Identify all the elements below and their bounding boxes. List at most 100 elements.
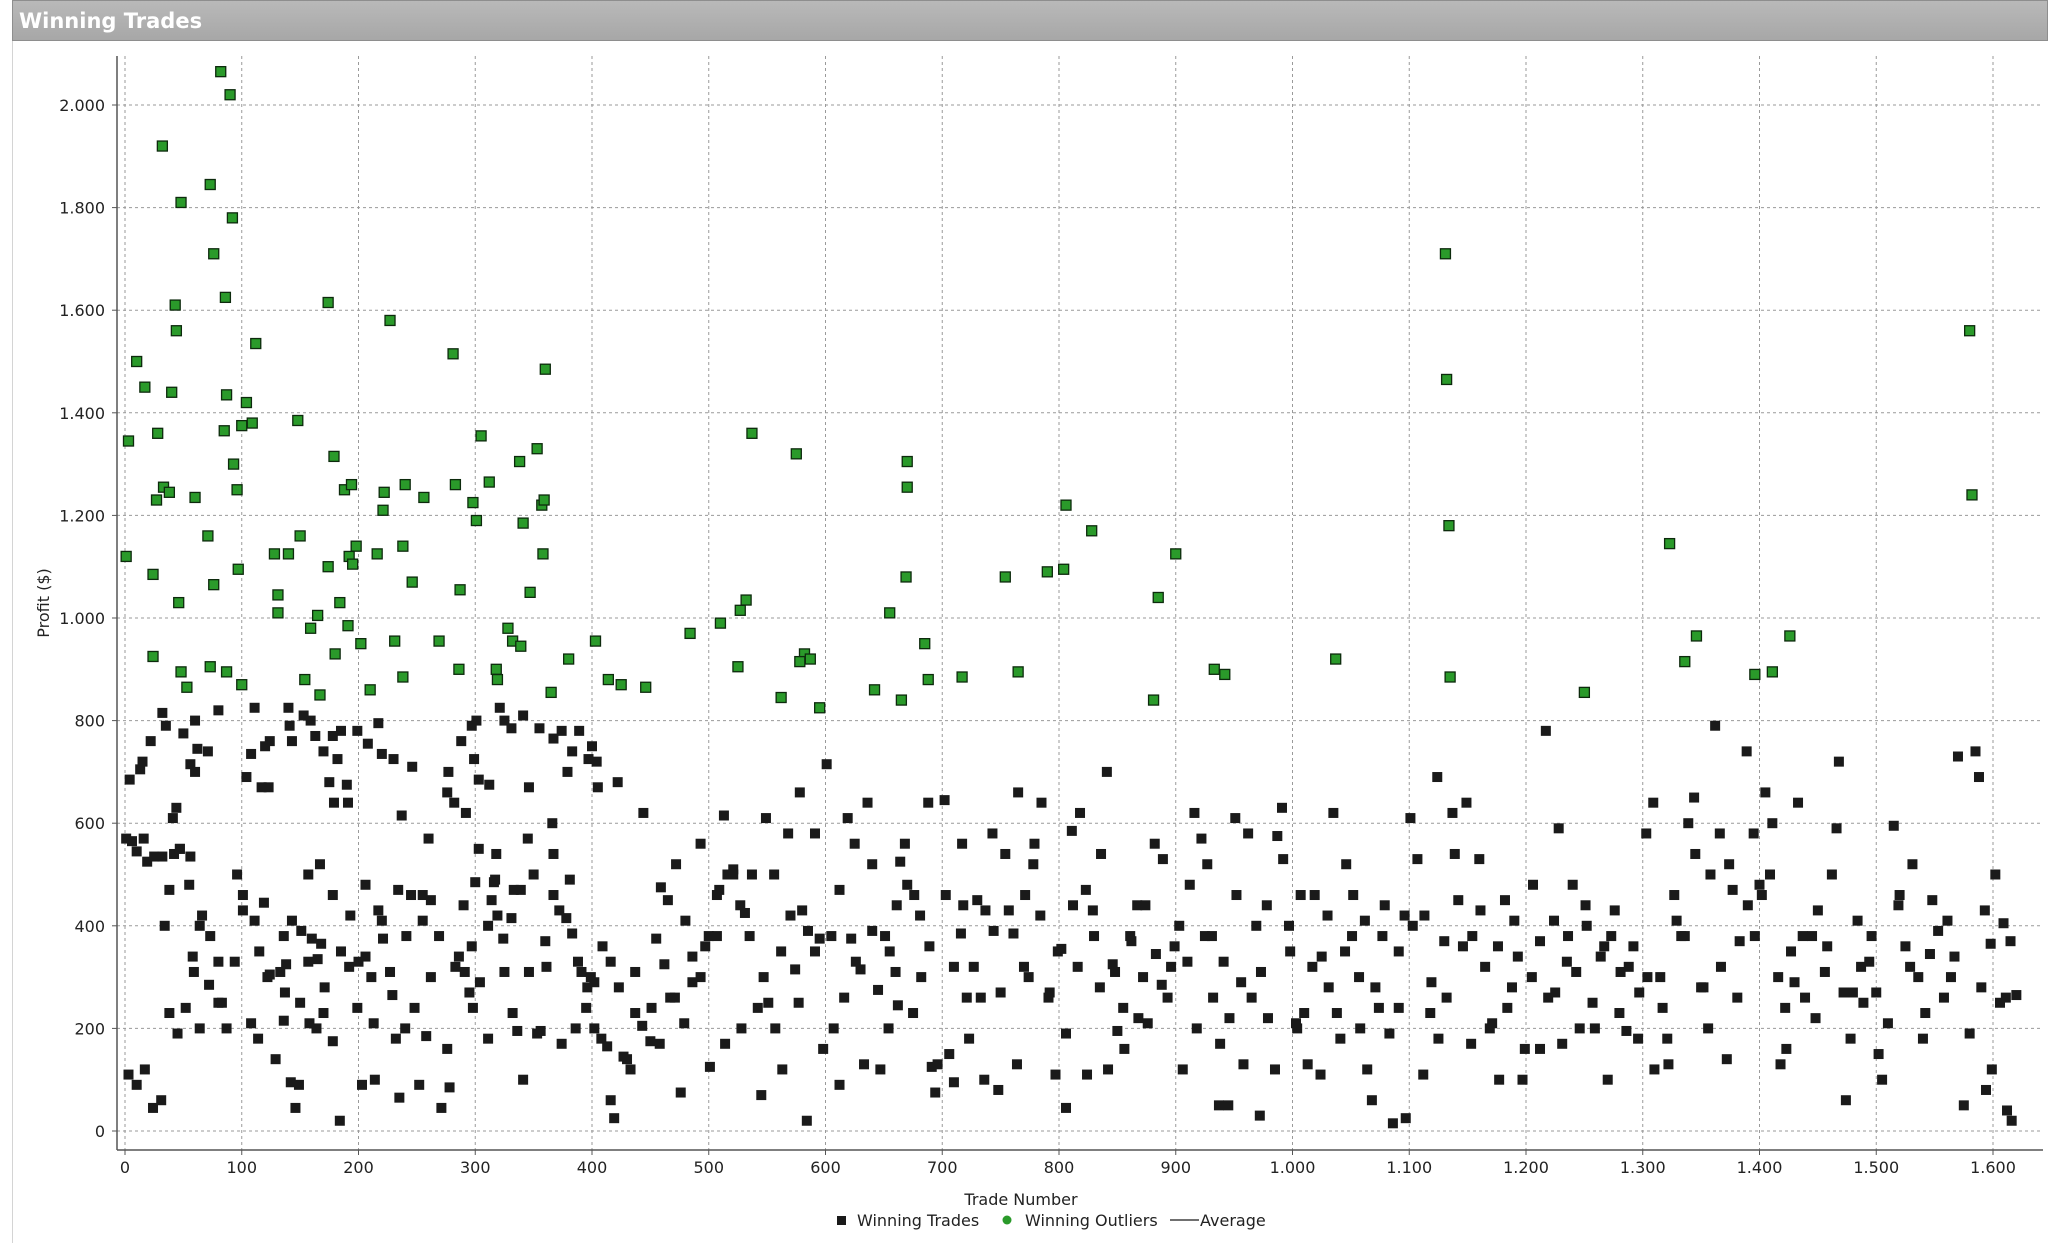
winning-trade-point <box>1822 941 1833 952</box>
winning-outlier-point <box>219 291 232 304</box>
winning-trade-point <box>1354 972 1365 983</box>
winning-trade-point <box>1655 972 1666 983</box>
winning-trade-point <box>204 979 215 990</box>
winning-trade-point <box>1893 900 1904 911</box>
winning-outlier-point <box>1690 630 1703 642</box>
winning-trade-point <box>407 761 418 772</box>
winning-trade-point <box>345 910 356 921</box>
winning-trade-point <box>1979 905 1990 916</box>
winning-trade-point <box>1018 961 1029 972</box>
winning-trade-point <box>1393 1002 1404 1013</box>
winning-trade-point <box>1714 828 1725 839</box>
winning-trade-point <box>494 702 505 713</box>
winning-outlier-point <box>447 348 459 360</box>
winning-trade-point <box>506 913 517 924</box>
winning-trade-point <box>736 1023 747 1034</box>
winning-outlier-point <box>1041 566 1053 578</box>
winning-trade-point <box>964 1033 975 1044</box>
winning-trade-point <box>1998 918 2009 929</box>
winning-trade-point <box>1557 1038 1568 1049</box>
winning-trade-point <box>1671 915 1682 926</box>
winning-trade-point <box>1283 920 1294 931</box>
winning-trade-point <box>184 879 195 890</box>
winning-outlier-point <box>790 448 802 460</box>
winning-outlier-point <box>350 540 362 552</box>
winning-trade-point <box>490 874 501 885</box>
winning-trade-point <box>1517 1074 1528 1085</box>
legend-marker-winning-outliers <box>1002 1215 1012 1225</box>
winning-trade-point <box>522 833 533 844</box>
winning-outlier-point <box>900 571 912 583</box>
winning-trade-point <box>1013 787 1024 798</box>
winning-trade-point <box>1563 931 1574 942</box>
winning-trade-point <box>1157 854 1168 865</box>
winning-trade-point <box>1986 1064 1997 1075</box>
y-tick-label: 600 <box>74 814 105 833</box>
winning-trade-point <box>1847 987 1858 998</box>
winning-outlier-point <box>1058 563 1070 575</box>
winning-trade-point <box>1366 1095 1377 1106</box>
winning-trade-point <box>1251 920 1262 931</box>
winning-trade-point <box>654 1038 665 1049</box>
y-tick-label: 1.200 <box>59 506 105 525</box>
winning-trade-point <box>1756 890 1767 901</box>
winning-outlier-point <box>322 296 334 309</box>
x-axis-label: Trade Number <box>963 1190 1078 1209</box>
winning-trade-point <box>646 1002 657 1013</box>
winning-trade-point <box>515 884 526 895</box>
winning-trade-point <box>459 966 470 977</box>
winning-trade-point <box>1255 966 1266 977</box>
winning-trade-point <box>818 1043 829 1054</box>
series-winning-outliers <box>120 66 1978 714</box>
winning-trade-point <box>1540 725 1551 736</box>
winning-trade-point <box>958 900 969 911</box>
winning-trade-point <box>1331 1008 1342 1019</box>
winning-outlier-point <box>378 486 390 498</box>
winning-trade-point <box>1246 992 1257 1003</box>
winning-outlier-point <box>175 666 187 678</box>
x-tick-label: 100 <box>226 1158 257 1177</box>
winning-outlier-point <box>1440 373 1453 386</box>
x-tick-label: 800 <box>1044 1158 1075 1177</box>
winning-trade-point <box>1119 1043 1130 1054</box>
winning-outlier-point <box>208 579 220 591</box>
y-tick-label: 1.400 <box>59 404 105 423</box>
winning-trade-point <box>1609 905 1620 916</box>
winning-outlier-point <box>1170 548 1182 560</box>
winning-trade-point <box>662 895 673 906</box>
winning-trade-point <box>1614 1008 1625 1019</box>
winning-outlier-point <box>1330 653 1342 665</box>
winning-trade-point <box>576 966 587 977</box>
winning-trade-point <box>344 961 355 972</box>
winning-trade-point <box>548 848 559 859</box>
winning-trade-point <box>523 966 534 977</box>
winning-trade-point <box>687 977 698 988</box>
winning-trade-point <box>450 961 461 972</box>
winning-outlier-point <box>236 419 248 432</box>
winning-trade-point <box>1781 1043 1792 1054</box>
winning-trade-point <box>366 972 377 983</box>
winning-outlier-point <box>204 661 216 673</box>
winning-trade-point <box>1773 972 1784 983</box>
winning-trade-point <box>1075 807 1086 818</box>
winning-trade-point <box>826 931 837 942</box>
winning-trade-point <box>523 782 534 793</box>
winning-trade-point <box>909 890 920 901</box>
winning-trade-point <box>1499 895 1510 906</box>
winning-outlier-point <box>240 396 253 409</box>
winning-trade-point <box>1810 1013 1821 1024</box>
winning-trade-point <box>449 797 460 808</box>
winning-outlier-point <box>895 694 908 706</box>
winning-trade-point <box>319 982 330 993</box>
winning-trade-point <box>567 928 578 939</box>
winning-trade-point <box>605 956 616 967</box>
winning-outlier-point <box>150 494 163 506</box>
winning-outlier-point <box>775 691 787 704</box>
winning-trade-point <box>464 987 475 998</box>
winning-outlier-point <box>454 584 466 596</box>
winning-trade-point <box>286 736 297 747</box>
winning-outlier-point <box>901 481 913 493</box>
winning-trade-point <box>1663 1059 1674 1070</box>
winning-outlier-point <box>1147 694 1160 706</box>
winning-trade-point <box>783 828 794 839</box>
